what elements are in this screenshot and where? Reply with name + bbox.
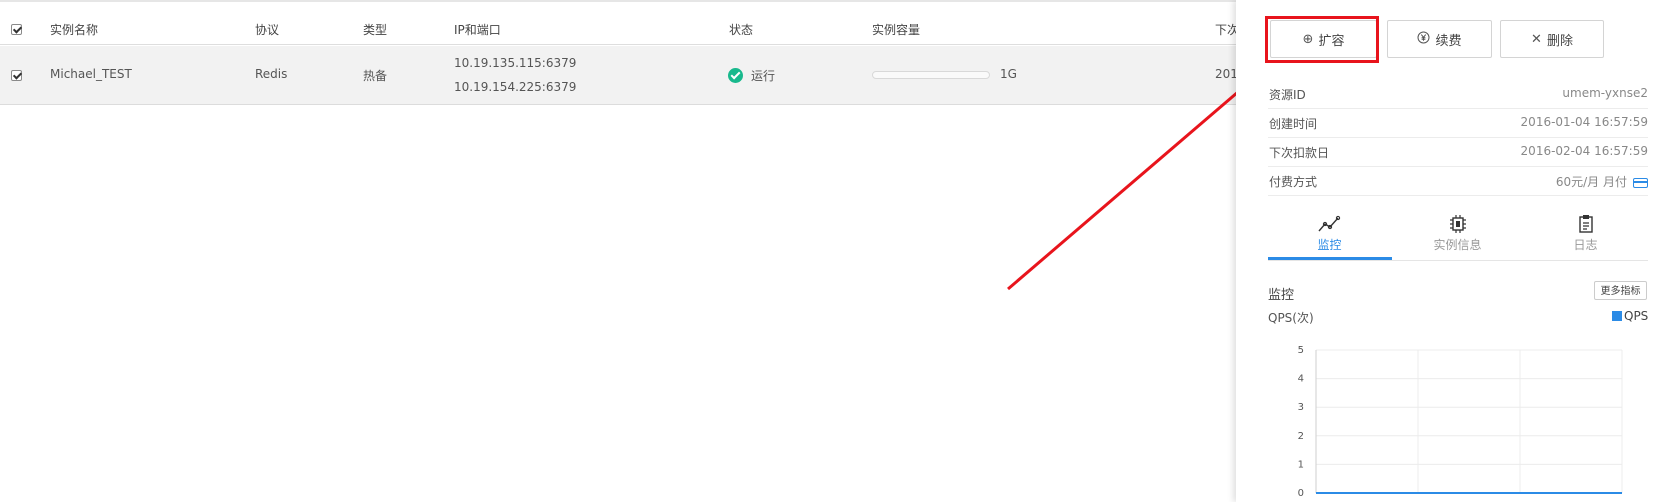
info-row-next-charge: 下次扣款日 2016-02-04 16:57:59	[1268, 138, 1648, 167]
renew-button[interactable]: 续费	[1387, 20, 1492, 58]
y-tick-label: 3	[1298, 402, 1304, 413]
y-tick-label: 1	[1298, 459, 1304, 470]
tab-monitor-label: 监控	[1317, 238, 1342, 252]
tab-monitor[interactable]: 监控	[1268, 210, 1391, 260]
close-icon: ✕	[1531, 31, 1542, 47]
credit-card-icon[interactable]	[1633, 177, 1648, 188]
info-key: 付费方式	[1269, 175, 1318, 189]
qps-chart: 0123452016-01-04 17:002016-01-04 23:1020…	[1271, 345, 1667, 502]
more-metrics-button[interactable]: 更多指标	[1594, 281, 1647, 300]
yen-circle-icon	[1417, 31, 1430, 48]
info-value: 60元/月 月付	[1555, 175, 1627, 189]
info-key: 资源ID	[1269, 88, 1306, 102]
detail-tabs: 监控 实例信息 日志	[1268, 210, 1648, 261]
monitor-title: 监控	[1268, 288, 1295, 303]
info-key: 创建时间	[1269, 117, 1318, 131]
info-key: 下次扣款日	[1269, 146, 1330, 160]
clipboard-icon	[1578, 215, 1593, 233]
line-chart-icon	[1317, 215, 1340, 232]
annotation-highlight-box	[1265, 16, 1379, 63]
y-tick-label: 0	[1298, 488, 1304, 499]
info-value-wrap: 60元/月 月付	[1556, 173, 1648, 190]
active-tab-indicator	[1268, 257, 1392, 260]
chart-ylabel: QPS(次)	[1268, 311, 1314, 325]
legend-swatch	[1612, 311, 1622, 321]
chart-legend: QPS	[1612, 309, 1648, 323]
tab-logs-label: 日志	[1573, 238, 1598, 252]
y-tick-label: 2	[1298, 431, 1304, 442]
legend-label: QPS	[1624, 309, 1649, 323]
chip-icon	[1449, 215, 1466, 233]
y-tick-label: 5	[1298, 345, 1304, 356]
info-row-created: 创建时间 2016-01-04 16:57:59	[1268, 109, 1648, 138]
info-row-resource-id: 资源ID umem-yxnse2	[1268, 80, 1648, 109]
info-value: 2016-02-04 16:57:59	[1520, 144, 1648, 158]
info-value: umem-yxnse2	[1562, 86, 1648, 100]
delete-button[interactable]: ✕ 删除	[1500, 20, 1604, 58]
tab-instance-info-label: 实例信息	[1433, 238, 1482, 252]
info-value: 2016-01-04 16:57:59	[1520, 115, 1648, 129]
info-row-payment: 付费方式 60元/月 月付	[1268, 167, 1648, 196]
renew-button-label: 续费	[1435, 33, 1462, 49]
delete-button-label: 删除	[1546, 33, 1573, 49]
y-tick-label: 4	[1298, 374, 1304, 385]
tab-logs[interactable]: 日志	[1524, 210, 1647, 260]
tab-instance-info[interactable]: 实例信息	[1396, 210, 1519, 260]
